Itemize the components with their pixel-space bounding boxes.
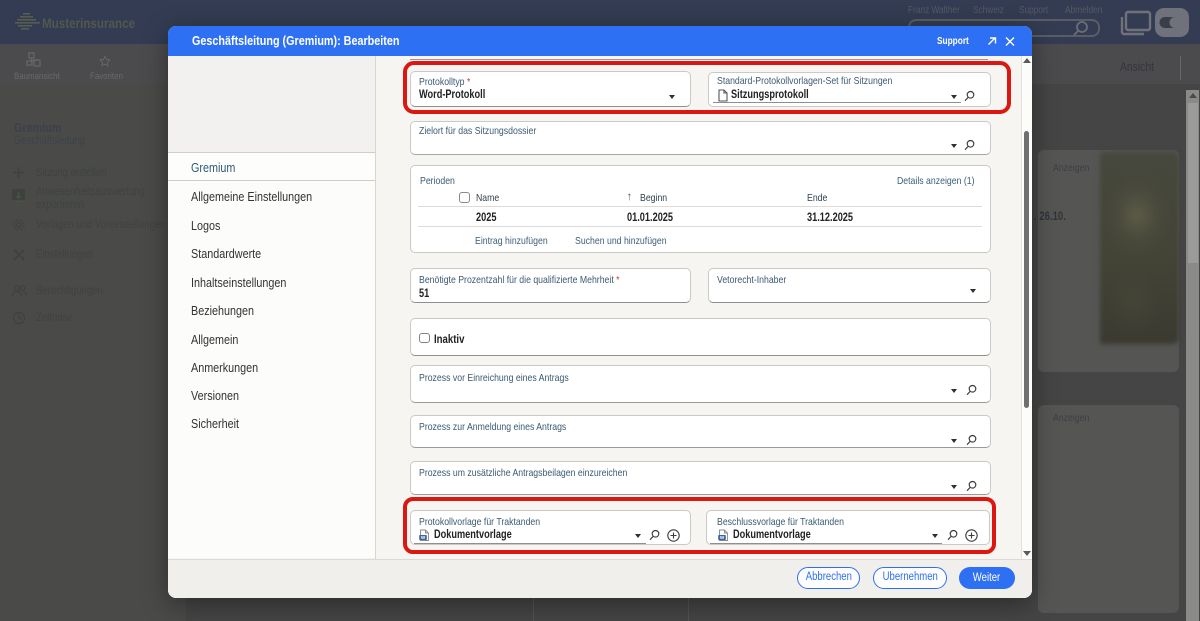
svg-text:W: W: [719, 535, 724, 540]
svg-text:W: W: [420, 535, 425, 540]
